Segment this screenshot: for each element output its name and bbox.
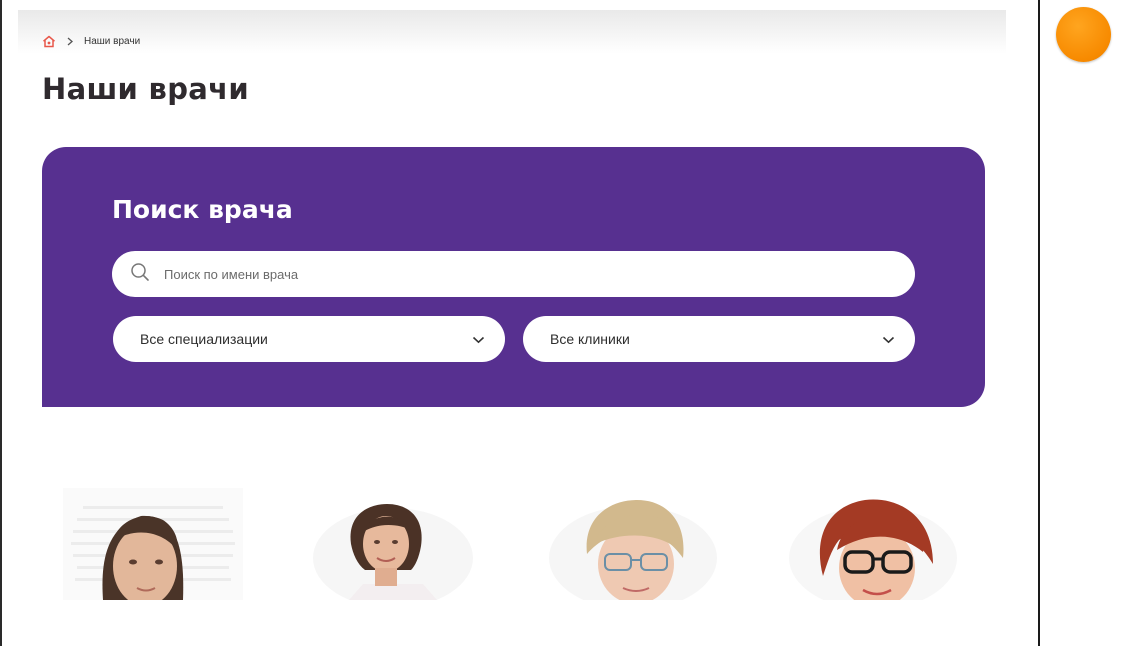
breadcrumb-current: Наши врачи	[84, 35, 141, 47]
chevron-down-icon	[882, 331, 895, 347]
page-title: Наши врачи	[42, 72, 249, 106]
search-panel-title: Поиск врача	[112, 195, 293, 224]
search-icon	[130, 262, 150, 287]
breadcrumb: Наши врачи	[42, 33, 140, 49]
doctor-photo-2[interactable]	[303, 488, 483, 600]
window-border-left	[0, 0, 2, 646]
doctor-photo-3[interactable]	[543, 488, 723, 600]
clinic-dropdown[interactable]: Все клиники	[523, 316, 915, 362]
chevron-down-icon	[472, 331, 485, 347]
doctor-photo-1[interactable]	[63, 488, 243, 600]
window-border-right	[1038, 0, 1040, 646]
header-shadow	[18, 10, 1006, 54]
home-icon[interactable]	[42, 35, 56, 48]
doctor-photo-4[interactable]	[783, 488, 963, 600]
clinic-value: Все клиники	[550, 331, 630, 347]
specialization-dropdown[interactable]: Все специализации	[113, 316, 505, 362]
doctor-name-search-input[interactable]	[164, 266, 864, 282]
specialization-value: Все специализации	[140, 331, 268, 347]
floating-action-button[interactable]	[1056, 7, 1111, 62]
doctor-search-panel: Поиск врача Все специализации Все клиник…	[42, 147, 985, 407]
app-window: Наши врачи Наши врачи Поиск врача Все сп…	[0, 0, 1142, 646]
search-field[interactable]	[112, 251, 915, 297]
chevron-right-icon	[66, 37, 74, 46]
